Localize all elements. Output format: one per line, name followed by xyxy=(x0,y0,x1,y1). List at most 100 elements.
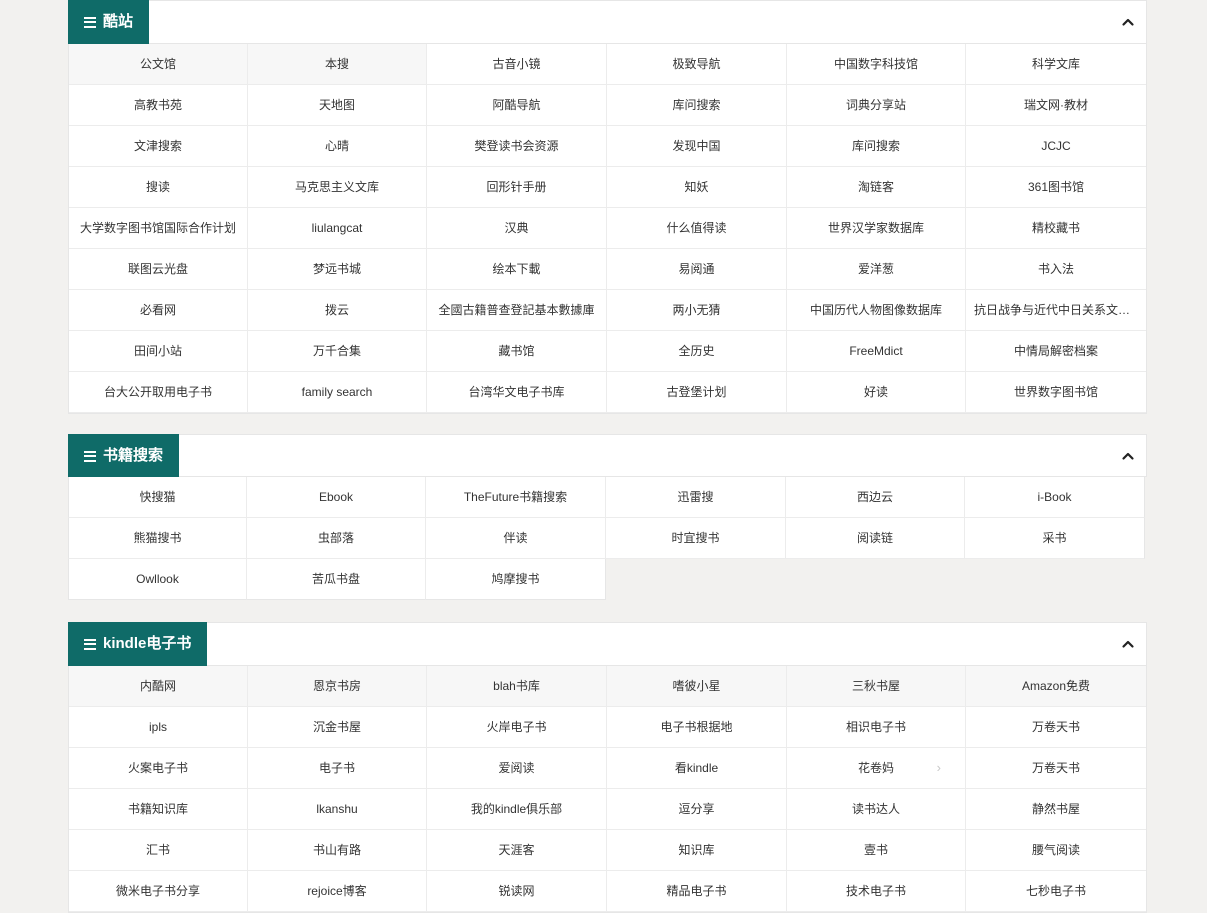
site-link[interactable]: 中情局解密档案 xyxy=(966,331,1146,372)
site-link[interactable]: rejoice博客 xyxy=(248,871,427,912)
site-link[interactable]: 熊猫搜书 xyxy=(68,518,247,559)
site-link[interactable]: 沉金书屋 xyxy=(248,707,427,748)
site-link[interactable]: 搜读 xyxy=(69,167,248,208)
site-link[interactable]: Ebook xyxy=(247,477,426,518)
site-link[interactable]: 世界汉学家数据库 xyxy=(787,208,966,249)
site-link[interactable]: 阿酷导航 xyxy=(427,85,607,126)
site-link[interactable]: 库问搜索 xyxy=(607,85,787,126)
site-link[interactable]: 花卷妈 › xyxy=(787,748,966,789)
site-link[interactable]: 古登堡计划 xyxy=(607,372,787,413)
site-link[interactable]: 藏书馆 xyxy=(427,331,607,372)
site-link[interactable]: 阅读链 xyxy=(786,518,965,559)
site-link[interactable]: 世界数字图书馆 xyxy=(966,372,1146,413)
site-link[interactable]: 相识电子书 xyxy=(787,707,966,748)
site-link[interactable]: 两小无猜 xyxy=(607,290,787,331)
site-link[interactable]: 书籍知识库 xyxy=(69,789,248,830)
site-link[interactable]: JCJC xyxy=(966,126,1146,167)
site-link[interactable]: 好读 xyxy=(787,372,966,413)
site-link[interactable]: 爱洋葱 xyxy=(787,249,966,290)
site-link[interactable]: 苦瓜书盘 xyxy=(247,559,426,600)
site-link[interactable]: 知识库 xyxy=(607,830,787,871)
site-link[interactable]: 古音小镜 xyxy=(427,44,607,85)
site-link[interactable]: 马克思主义文库 xyxy=(248,167,427,208)
site-link[interactable]: 高教书苑 xyxy=(69,85,248,126)
site-link[interactable]: 恩京书房 xyxy=(248,666,427,707)
site-link[interactable]: 天地图 xyxy=(248,85,427,126)
site-link[interactable]: 看kindle xyxy=(607,748,787,789)
site-link[interactable]: 文津搜索 xyxy=(69,126,248,167)
site-link[interactable]: 壹书 xyxy=(787,830,966,871)
site-link[interactable]: 词典分享站 xyxy=(787,85,966,126)
site-link[interactable]: 联图云光盘 xyxy=(69,249,248,290)
site-link[interactable]: 技术电子书 xyxy=(787,871,966,912)
site-link[interactable]: 台大公开取用电子书 xyxy=(69,372,248,413)
site-link[interactable]: 嗜彼小星 xyxy=(607,666,787,707)
site-link[interactable]: 快搜猫 xyxy=(68,477,247,518)
site-link[interactable]: 心晴 xyxy=(248,126,427,167)
site-link[interactable]: 极致导航 xyxy=(607,44,787,85)
site-link[interactable]: 瑞文网·教材 xyxy=(966,85,1146,126)
site-link[interactable]: 精校藏书 xyxy=(966,208,1146,249)
site-link[interactable]: 虫部落 xyxy=(247,518,426,559)
site-link[interactable]: 火案电子书 xyxy=(69,748,248,789)
site-link[interactable]: 抗日战争与近代中日关系文献数据平台 xyxy=(966,290,1146,331)
site-link[interactable]: 锐读网 xyxy=(427,871,607,912)
site-link[interactable]: 微米电子书分享 xyxy=(69,871,248,912)
site-link[interactable]: 火岸电子书 xyxy=(427,707,607,748)
site-link[interactable]: 采书 xyxy=(965,518,1145,559)
site-link[interactable]: 书山有路 xyxy=(248,830,427,871)
site-link[interactable]: 梦远书城 xyxy=(248,249,427,290)
site-link[interactable]: 西边云 xyxy=(786,477,965,518)
site-link[interactable]: 中国历代人物图像数据库 xyxy=(787,290,966,331)
site-link[interactable]: ipls xyxy=(69,707,248,748)
site-link[interactable]: 台湾华文电子书库 xyxy=(427,372,607,413)
site-link[interactable]: family search xyxy=(248,372,427,413)
site-link[interactable]: 腰气阅读 xyxy=(966,830,1146,871)
site-link[interactable]: 发现中国 xyxy=(607,126,787,167)
site-link[interactable]: 必看网 xyxy=(69,290,248,331)
site-link[interactable]: 汇书 xyxy=(69,830,248,871)
site-link[interactable]: 库问搜索 xyxy=(787,126,966,167)
chevron-up-icon[interactable] xyxy=(1120,14,1136,30)
site-link[interactable]: 大学数字图书馆国际合作计划 xyxy=(69,208,248,249)
site-link[interactable]: 绘本下載 xyxy=(427,249,607,290)
site-link[interactable]: 万卷天书 xyxy=(966,707,1146,748)
chevron-up-icon[interactable] xyxy=(1120,448,1136,464)
site-link[interactable]: 樊登读书会资源 xyxy=(427,126,607,167)
site-link[interactable]: 公文馆 xyxy=(69,44,248,85)
site-link[interactable]: 天涯客 xyxy=(427,830,607,871)
site-link[interactable]: 七秒电子书 xyxy=(966,871,1146,912)
site-link[interactable]: 逗分享 xyxy=(607,789,787,830)
site-link[interactable]: 迅雷搜 xyxy=(606,477,786,518)
site-link[interactable]: 我的kindle俱乐部 xyxy=(427,789,607,830)
site-link[interactable]: i-Book xyxy=(965,477,1145,518)
site-link[interactable]: 伴读 xyxy=(426,518,606,559)
site-link[interactable]: liulangcat xyxy=(248,208,427,249)
site-link[interactable]: 书入法 xyxy=(966,249,1146,290)
site-link[interactable]: 读书达人 xyxy=(787,789,966,830)
site-link[interactable]: 电子书根据地 xyxy=(607,707,787,748)
site-link[interactable]: 内酷网 xyxy=(69,666,248,707)
site-link[interactable]: 静然书屋 xyxy=(966,789,1146,830)
site-link[interactable]: 易阅通 xyxy=(607,249,787,290)
chevron-up-icon[interactable] xyxy=(1120,636,1136,652)
site-link[interactable]: 万卷天书 xyxy=(966,748,1146,789)
site-link[interactable]: 什么值得读 xyxy=(607,208,787,249)
site-link[interactable]: 本搜 xyxy=(248,44,427,85)
site-link[interactable]: 三秋书屋 xyxy=(787,666,966,707)
site-link[interactable]: 回形针手册 xyxy=(427,167,607,208)
site-link[interactable]: 爱阅读 xyxy=(427,748,607,789)
site-link[interactable]: 淘链客 xyxy=(787,167,966,208)
site-link[interactable]: 电子书 xyxy=(248,748,427,789)
site-link[interactable]: FreeMdict xyxy=(787,331,966,372)
site-link[interactable]: 万千合集 xyxy=(248,331,427,372)
site-link[interactable]: 田间小站 xyxy=(69,331,248,372)
site-link[interactable]: 361图书馆 xyxy=(966,167,1146,208)
site-link[interactable]: 精品电子书 xyxy=(607,871,787,912)
site-link[interactable]: 汉典 xyxy=(427,208,607,249)
site-link[interactable]: 鸠摩搜书 xyxy=(426,559,606,600)
site-link[interactable]: 全國古籍普查登記基本數據庫 xyxy=(427,290,607,331)
site-link[interactable]: 拨云 xyxy=(248,290,427,331)
site-link[interactable]: 中国数字科技馆 xyxy=(787,44,966,85)
site-link[interactable]: TheFuture书籍搜索 xyxy=(426,477,606,518)
